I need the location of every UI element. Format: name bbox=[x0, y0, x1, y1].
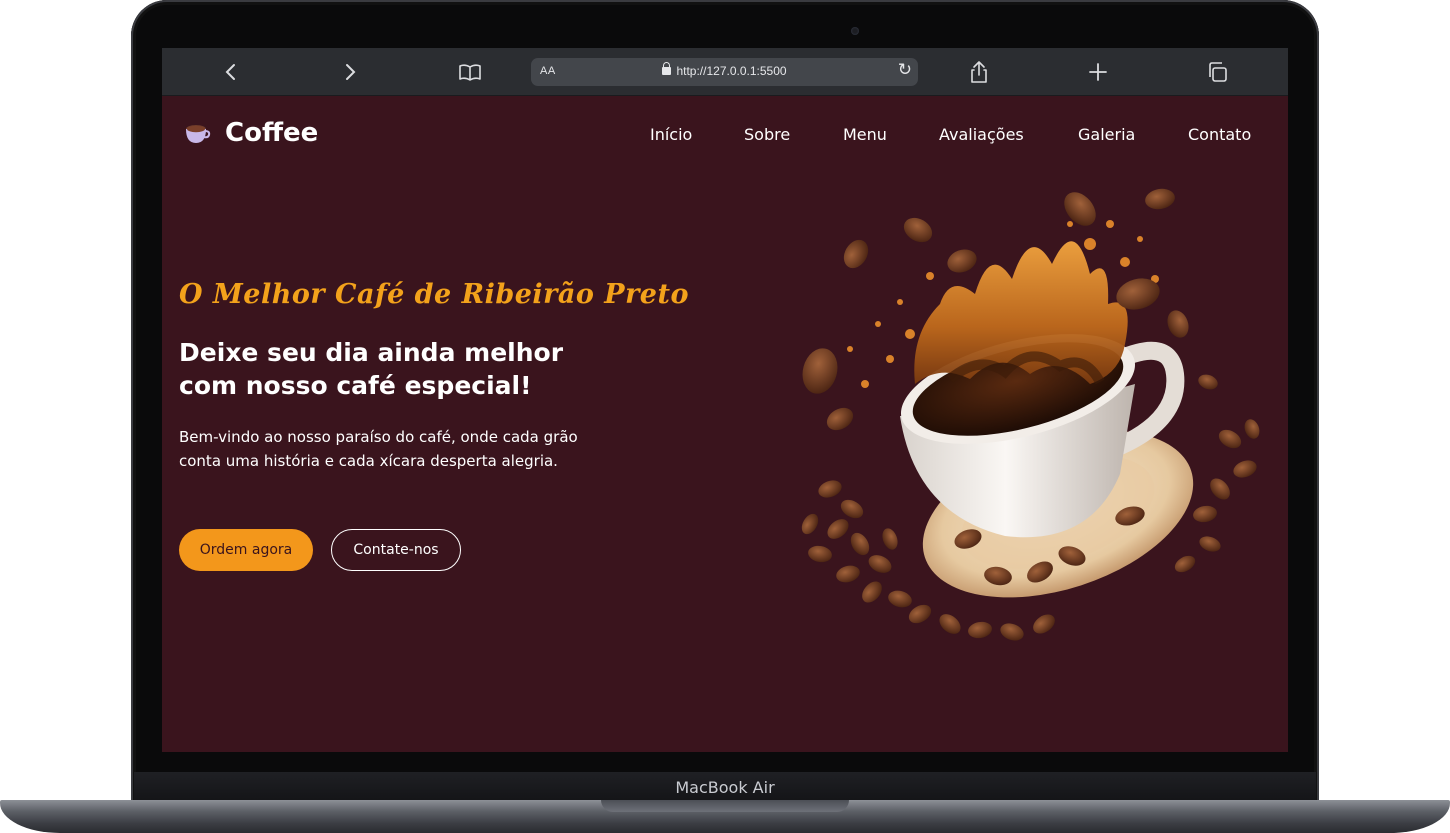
hero-description: Bem-vindo ao nosso paraíso do café, onde… bbox=[179, 428, 578, 470]
chevron-right-icon bbox=[346, 64, 356, 80]
share-button[interactable] bbox=[964, 58, 994, 86]
lock-icon bbox=[662, 62, 672, 75]
tabs-button[interactable] bbox=[1203, 58, 1233, 86]
url-text: http://127.0.0.1:5500 bbox=[676, 64, 787, 78]
share-icon bbox=[971, 61, 987, 83]
nav-item-galeria[interactable]: Galeria bbox=[1078, 125, 1135, 144]
tabs-icon bbox=[1209, 62, 1227, 82]
nav-item-contato[interactable]: Contato bbox=[1188, 125, 1251, 144]
browser-toolbar: AA http://127.0.0.1:5500 ↻ bbox=[162, 48, 1288, 96]
headline-line-1: Deixe seu dia ainda melhor bbox=[179, 338, 564, 367]
book-icon bbox=[459, 64, 481, 81]
reader-button[interactable] bbox=[455, 58, 485, 86]
website: Coffee Início Sobre Menu Avaliações Gale… bbox=[162, 96, 1288, 752]
main-nav: Início Sobre Menu Avaliações Galeria Con… bbox=[162, 125, 1288, 149]
order-now-button[interactable]: Ordem agora bbox=[179, 529, 313, 571]
back-button[interactable] bbox=[216, 58, 246, 86]
device-label: MacBook Air bbox=[675, 778, 775, 797]
nav-item-sobre[interactable]: Sobre bbox=[744, 125, 790, 144]
contact-button[interactable]: Contate-nos bbox=[331, 529, 461, 571]
coffee-splash-illustration bbox=[801, 188, 1260, 641]
hero-headline: Deixe seu dia ainda melhor com nosso caf… bbox=[179, 336, 639, 402]
new-tab-button[interactable] bbox=[1083, 58, 1113, 86]
reload-icon[interactable]: ↻ bbox=[898, 60, 912, 80]
hero-tagline: O Melhor Café de Ribeirão Preto bbox=[179, 279, 689, 310]
plus-icon bbox=[1089, 63, 1107, 81]
screen: AA http://127.0.0.1:5500 ↻ Coffee Início… bbox=[162, 48, 1288, 752]
chevron-left-icon bbox=[225, 64, 235, 80]
headline-line-2: com nosso café especial! bbox=[179, 371, 532, 400]
nav-item-inicio[interactable]: Início bbox=[650, 125, 692, 144]
laptop-notch bbox=[601, 800, 849, 812]
forward-button[interactable] bbox=[335, 58, 365, 86]
nav-item-avaliacoes[interactable]: Avaliações bbox=[939, 125, 1024, 144]
camera-icon bbox=[851, 27, 859, 35]
nav-item-menu[interactable]: Menu bbox=[843, 125, 887, 144]
address-bar[interactable]: AA http://127.0.0.1:5500 ↻ bbox=[531, 58, 918, 86]
